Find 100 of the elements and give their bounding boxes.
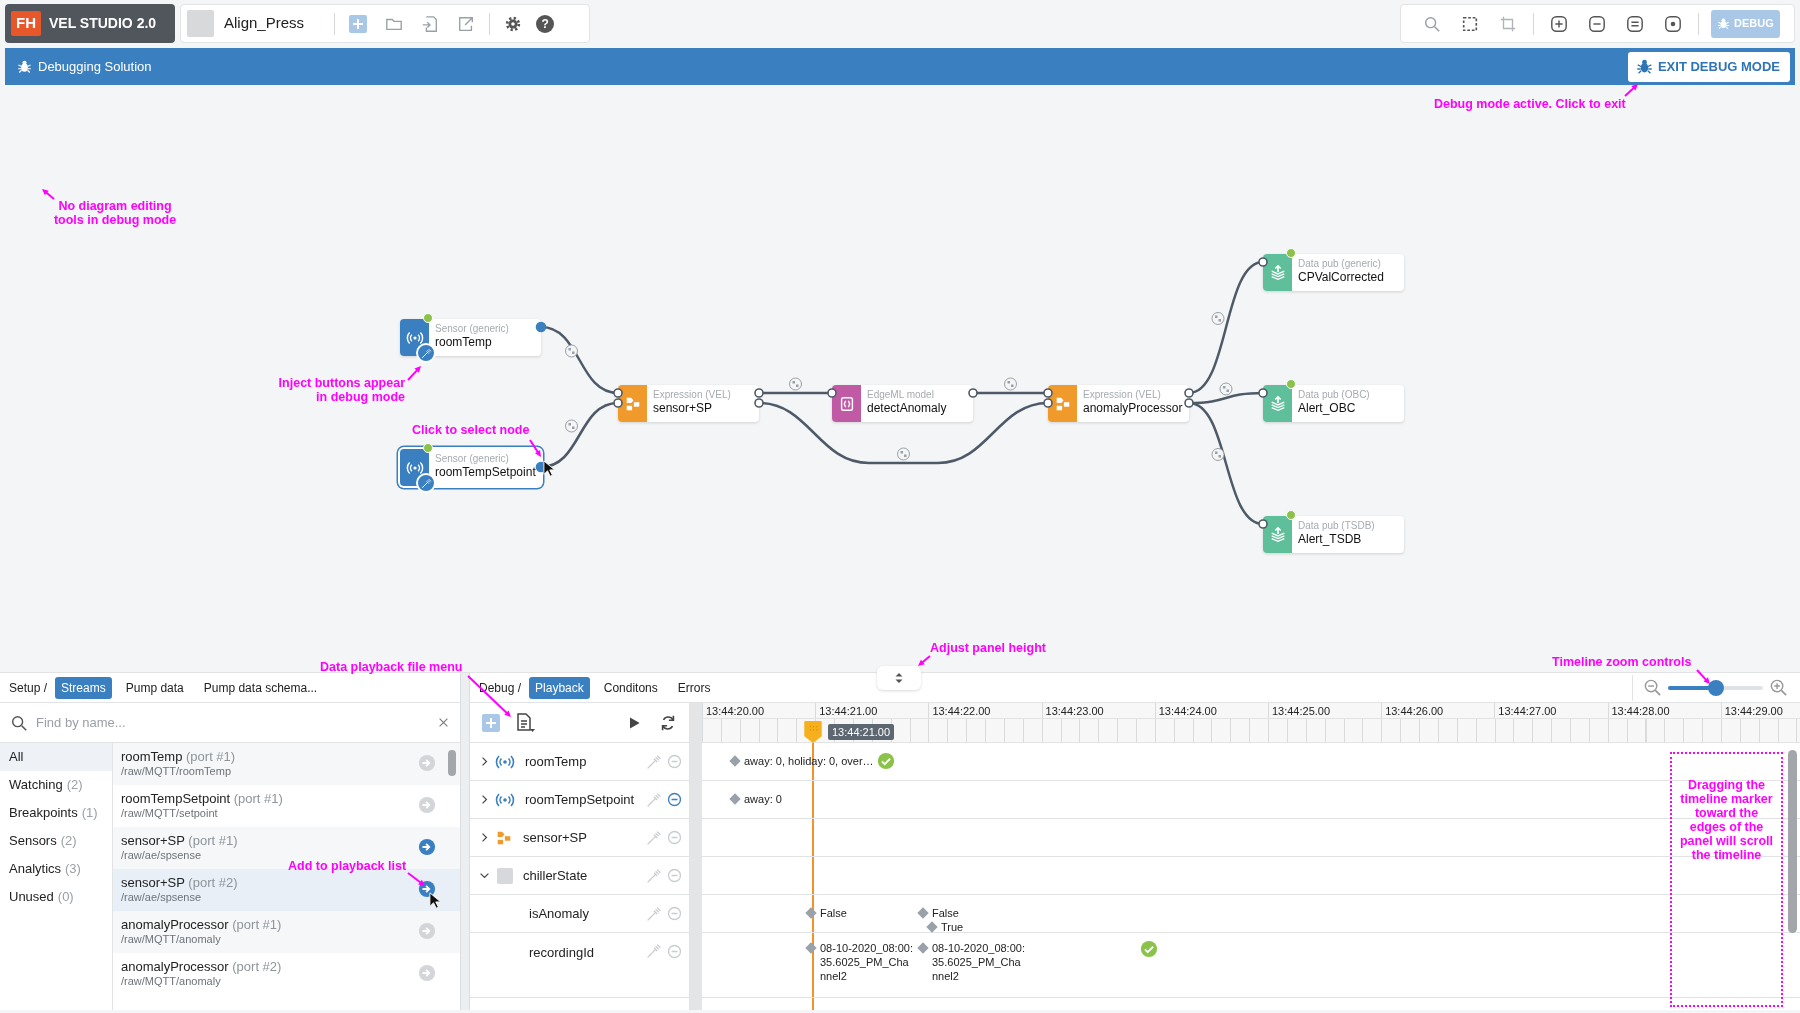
stream-name: roomTempSetpoint bbox=[525, 790, 636, 809]
stream-name: roomTemp bbox=[525, 752, 588, 771]
time-label: 13:44:24.00 bbox=[1154, 703, 1268, 718]
node-name: sensor+SP bbox=[653, 401, 714, 416]
stream-path: /raw/MQTT/setpoint bbox=[121, 807, 219, 820]
stream-name: sensor+SP bbox=[523, 828, 588, 847]
project-name: Align_Press bbox=[224, 13, 305, 34]
group-icon bbox=[497, 867, 513, 884]
node-port[interactable] bbox=[1258, 519, 1268, 529]
category-item[interactable]: All bbox=[0, 743, 112, 771]
annotation-text: Adjust panel height bbox=[930, 641, 1046, 655]
node-type: Data pub (OBC) bbox=[1298, 389, 1370, 401]
event-marker bbox=[729, 793, 741, 805]
time-label: 13:44:28.00 bbox=[1607, 703, 1721, 718]
link-icon bbox=[789, 377, 802, 391]
link-icon bbox=[1219, 382, 1233, 396]
node-port[interactable] bbox=[827, 388, 837, 398]
zoom-slider[interactable] bbox=[1668, 679, 1763, 696]
panel-tab[interactable]: Playback bbox=[529, 676, 590, 699]
annotation-arrow bbox=[407, 366, 421, 381]
breakpoint-icon[interactable] bbox=[666, 791, 683, 808]
event-marker bbox=[926, 921, 938, 933]
close-icon[interactable] bbox=[437, 716, 450, 729]
help-button[interactable]: ? bbox=[536, 14, 555, 33]
breadcrumb: Setup / bbox=[9, 679, 48, 697]
flow-node[interactable]: Expression (VEL) sensor+SP bbox=[618, 385, 759, 422]
scrollbar[interactable] bbox=[448, 750, 456, 776]
flow-node[interactable]: Sensor (generic) roomTempSetpoint bbox=[400, 449, 541, 486]
stream-name: roomTemp (port #1) bbox=[121, 750, 237, 766]
search-icon bbox=[10, 713, 28, 732]
flow-node[interactable]: Data pub (OBC) Alert_OBC bbox=[1263, 385, 1404, 422]
slider-thumb[interactable] bbox=[1707, 679, 1724, 696]
check-icon bbox=[1140, 940, 1158, 958]
event-marker bbox=[729, 755, 741, 767]
bug-icon bbox=[1635, 58, 1653, 75]
stream-path: /raw/ae/spsense bbox=[121, 849, 203, 862]
breadcrumb: Debug / bbox=[479, 679, 522, 697]
flow-node[interactable]: Data pub (generic) CPValCorrected bbox=[1263, 254, 1404, 291]
node-type: Data pub (TSDB) bbox=[1298, 520, 1375, 532]
event-value: False bbox=[820, 906, 847, 920]
time-label: 13:44:22.00 bbox=[928, 703, 1042, 718]
node-name: CPValCorrected bbox=[1298, 270, 1384, 285]
node-name: Alert_OBC bbox=[1298, 401, 1357, 416]
node-port[interactable] bbox=[535, 321, 547, 333]
stream-path: /raw/MQTT/anomaly bbox=[121, 975, 222, 988]
event-value: 08-10-2020_08:00:35.6025_PM_Channel2 bbox=[932, 941, 1026, 983]
cursor-icon bbox=[429, 892, 442, 909]
node-name: roomTempSetpoint bbox=[435, 465, 536, 480]
annotation-text: Data playback file menu bbox=[320, 660, 463, 674]
annotation-text: Inject buttons appear in debug mode bbox=[277, 376, 405, 404]
panel-tab[interactable]: Pump data schema... bbox=[197, 676, 324, 699]
stream-path: /raw/MQTT/roomTemp bbox=[121, 765, 232, 778]
node-type: EdgeML model bbox=[867, 389, 935, 401]
panel-tab[interactable]: Pump data bbox=[119, 676, 190, 699]
annotation-arrow bbox=[407, 872, 425, 886]
debug-title: Debugging Solution bbox=[38, 57, 152, 76]
flow-node[interactable]: Data pub (TSDB) Alert_TSDB bbox=[1263, 516, 1404, 553]
node-port[interactable] bbox=[968, 388, 978, 398]
app-title: VEL STUDIO 2.0 bbox=[49, 14, 157, 33]
panel-tab[interactable]: Streams bbox=[55, 676, 112, 699]
search-field[interactable]: Find by name... bbox=[34, 711, 431, 734]
event-value: 08-10-2020_08:00:35.6025_PM_Channel2 bbox=[820, 941, 914, 983]
category-item[interactable]: Unused (0) bbox=[0, 883, 112, 911]
node-type: Expression (VEL) bbox=[1083, 389, 1162, 401]
time-label: 13:44:23.00 bbox=[1041, 703, 1155, 718]
annotation-arrow bbox=[529, 439, 541, 457]
flow-node[interactable]: Sensor (generic) roomTemp bbox=[400, 319, 541, 356]
annotation-arrow bbox=[42, 189, 55, 200]
category-item[interactable]: Breakpoints (1) bbox=[0, 799, 112, 827]
panel-tab[interactable]: Errors bbox=[671, 676, 717, 699]
category-item[interactable]: Watching (2) bbox=[0, 771, 112, 799]
exit-debug-button[interactable]: EXIT DEBUG MODE bbox=[1627, 51, 1790, 82]
time-label: 13:44:26.00 bbox=[1381, 703, 1495, 718]
annotation-text: Click to select node bbox=[412, 423, 530, 437]
category-item[interactable]: Sensors (2) bbox=[0, 827, 112, 855]
bug-icon bbox=[1717, 17, 1730, 30]
panel-tab[interactable]: Conditons bbox=[597, 676, 664, 699]
category-item[interactable]: Analytics (3) bbox=[0, 855, 112, 883]
node-port[interactable] bbox=[1258, 388, 1268, 398]
flow-node[interactable]: Expression (VEL) anomalyProcessor bbox=[1048, 385, 1189, 422]
stream-name: roomTempSetpoint (port #1) bbox=[121, 792, 284, 808]
annotation-arrow bbox=[1696, 669, 1710, 684]
inject-button[interactable] bbox=[416, 473, 436, 493]
inject-button[interactable] bbox=[416, 343, 436, 363]
event-marker bbox=[917, 907, 929, 919]
stream-row[interactable]: anomalyProcessor (port #1) /raw/MQTT/anomaly bbox=[113, 911, 460, 953]
time-label: 13:44:27.00 bbox=[1494, 703, 1608, 718]
link-icon bbox=[1211, 448, 1225, 461]
time-label: 13:44:21.00 bbox=[815, 703, 929, 718]
time-label: 13:44:29.00 bbox=[1720, 703, 1800, 718]
flow-icon bbox=[618, 385, 647, 422]
stream-row[interactable]: roomTemp (port #1) /raw/MQTT/roomTemp bbox=[113, 743, 460, 785]
flow-node[interactable]: EdgeML model detectAnomaly bbox=[832, 385, 973, 422]
link-icon bbox=[565, 419, 578, 433]
scrollbar[interactable] bbox=[1788, 750, 1797, 933]
node-name: Alert_TSDB bbox=[1298, 532, 1363, 547]
node-port[interactable] bbox=[1258, 257, 1268, 267]
resize-handle[interactable] bbox=[877, 666, 921, 690]
logo-mark: FH bbox=[11, 11, 41, 36]
check-icon bbox=[877, 752, 895, 770]
